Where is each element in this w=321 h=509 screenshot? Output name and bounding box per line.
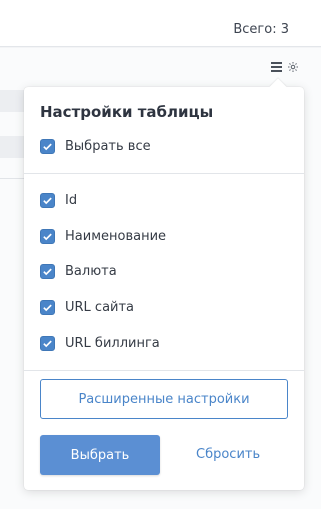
popover-title: Настройки таблицы <box>40 103 214 121</box>
hamburger-icon[interactable] <box>271 62 282 72</box>
reset-link[interactable]: Сбросить <box>196 447 260 462</box>
divider <box>0 178 26 179</box>
column-label: Id <box>65 193 78 208</box>
table-row <box>0 90 26 112</box>
column-checkbox-name[interactable]: Наименование <box>40 229 166 244</box>
column-label: URL сайта <box>65 300 135 315</box>
column-label: URL биллинга <box>65 336 160 351</box>
column-label: Наименование <box>65 229 167 244</box>
table-row <box>0 136 26 158</box>
select-all-checkbox[interactable]: Выбрать все <box>40 139 151 154</box>
column-checkbox-id[interactable]: Id <box>40 193 77 208</box>
column-checkbox-billing-url[interactable]: URL биллинга <box>40 336 160 351</box>
checkbox-checked-icon <box>40 264 55 279</box>
checkbox-checked-icon <box>40 300 55 315</box>
column-checkbox-site-url[interactable]: URL сайта <box>40 300 134 315</box>
divider <box>24 370 304 371</box>
total-count: Всего: 3 <box>233 22 289 37</box>
top-bar: Всего: 3 <box>0 0 321 47</box>
advanced-settings-button[interactable]: Расширенные настройки <box>40 379 288 419</box>
select-all-label: Выбрать все <box>65 139 151 154</box>
gear-icon[interactable] <box>287 61 299 73</box>
column-checkbox-currency[interactable]: Валюта <box>40 264 117 279</box>
column-label: Валюта <box>65 264 117 279</box>
table-settings-popover: Настройки таблицы Выбрать все Id Наимено… <box>24 78 304 490</box>
divider <box>24 173 304 174</box>
checkbox-checked-icon <box>40 336 55 351</box>
apply-button[interactable]: Выбрать <box>40 435 160 475</box>
table-tools <box>271 61 299 73</box>
checkbox-checked-icon <box>40 193 55 208</box>
checkbox-checked-icon <box>40 139 55 154</box>
checkbox-checked-icon <box>40 229 55 244</box>
